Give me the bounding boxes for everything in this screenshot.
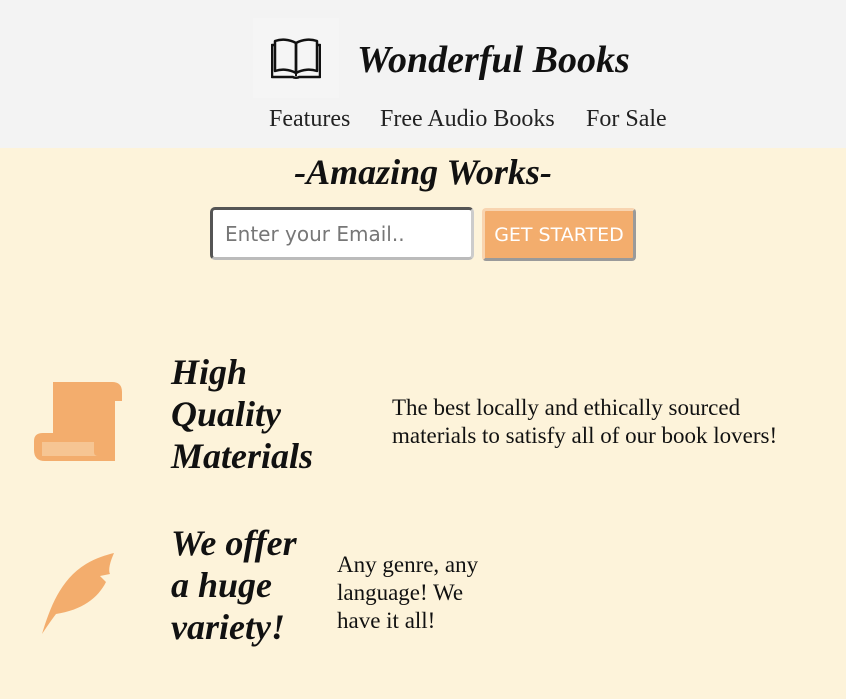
email-input[interactable] [210, 207, 474, 260]
feature-title-line: variety! [171, 607, 285, 647]
feature-title: High Quality Materials [171, 351, 313, 477]
feature-title-line: a huge [171, 565, 273, 605]
feature-text-line: The best locally and ethically sourced [392, 395, 741, 420]
scroll-icon [34, 382, 122, 461]
feature-title-line: We offer [171, 523, 297, 563]
get-started-button[interactable]: GET STARTED [482, 208, 636, 261]
page: Wonderful Books Features Free Audio Book… [0, 0, 846, 699]
feature-text-line: materials to satisfy all of our book lov… [392, 423, 778, 448]
hero-title: -Amazing Works- [294, 152, 552, 192]
feature-text-line: have it all! [337, 608, 436, 633]
feature-title-line: Quality [171, 394, 282, 434]
feature-title-line: High [171, 352, 248, 392]
brand-title: Wonderful Books [357, 39, 630, 81]
feather-icon [42, 553, 114, 634]
nav-link-for-sale[interactable]: For Sale [586, 104, 667, 134]
feature-text-line: Any genre, any [337, 552, 479, 577]
feature-description: Any genre, any language! We have it all! [337, 551, 478, 635]
feature-title-line: Materials [171, 436, 314, 476]
nav-link-features[interactable]: Features [269, 104, 350, 134]
open-book-icon [271, 38, 321, 79]
logo[interactable] [253, 18, 339, 98]
feature-title: We offer a huge variety! [171, 522, 297, 648]
feature-description: The best locally and ethically sourced m… [392, 394, 777, 450]
feature-text-line: language! We [337, 580, 464, 605]
nav-link-free-audio-books[interactable]: Free Audio Books [380, 104, 555, 134]
site-header: Wonderful Books Features Free Audio Book… [0, 0, 846, 148]
